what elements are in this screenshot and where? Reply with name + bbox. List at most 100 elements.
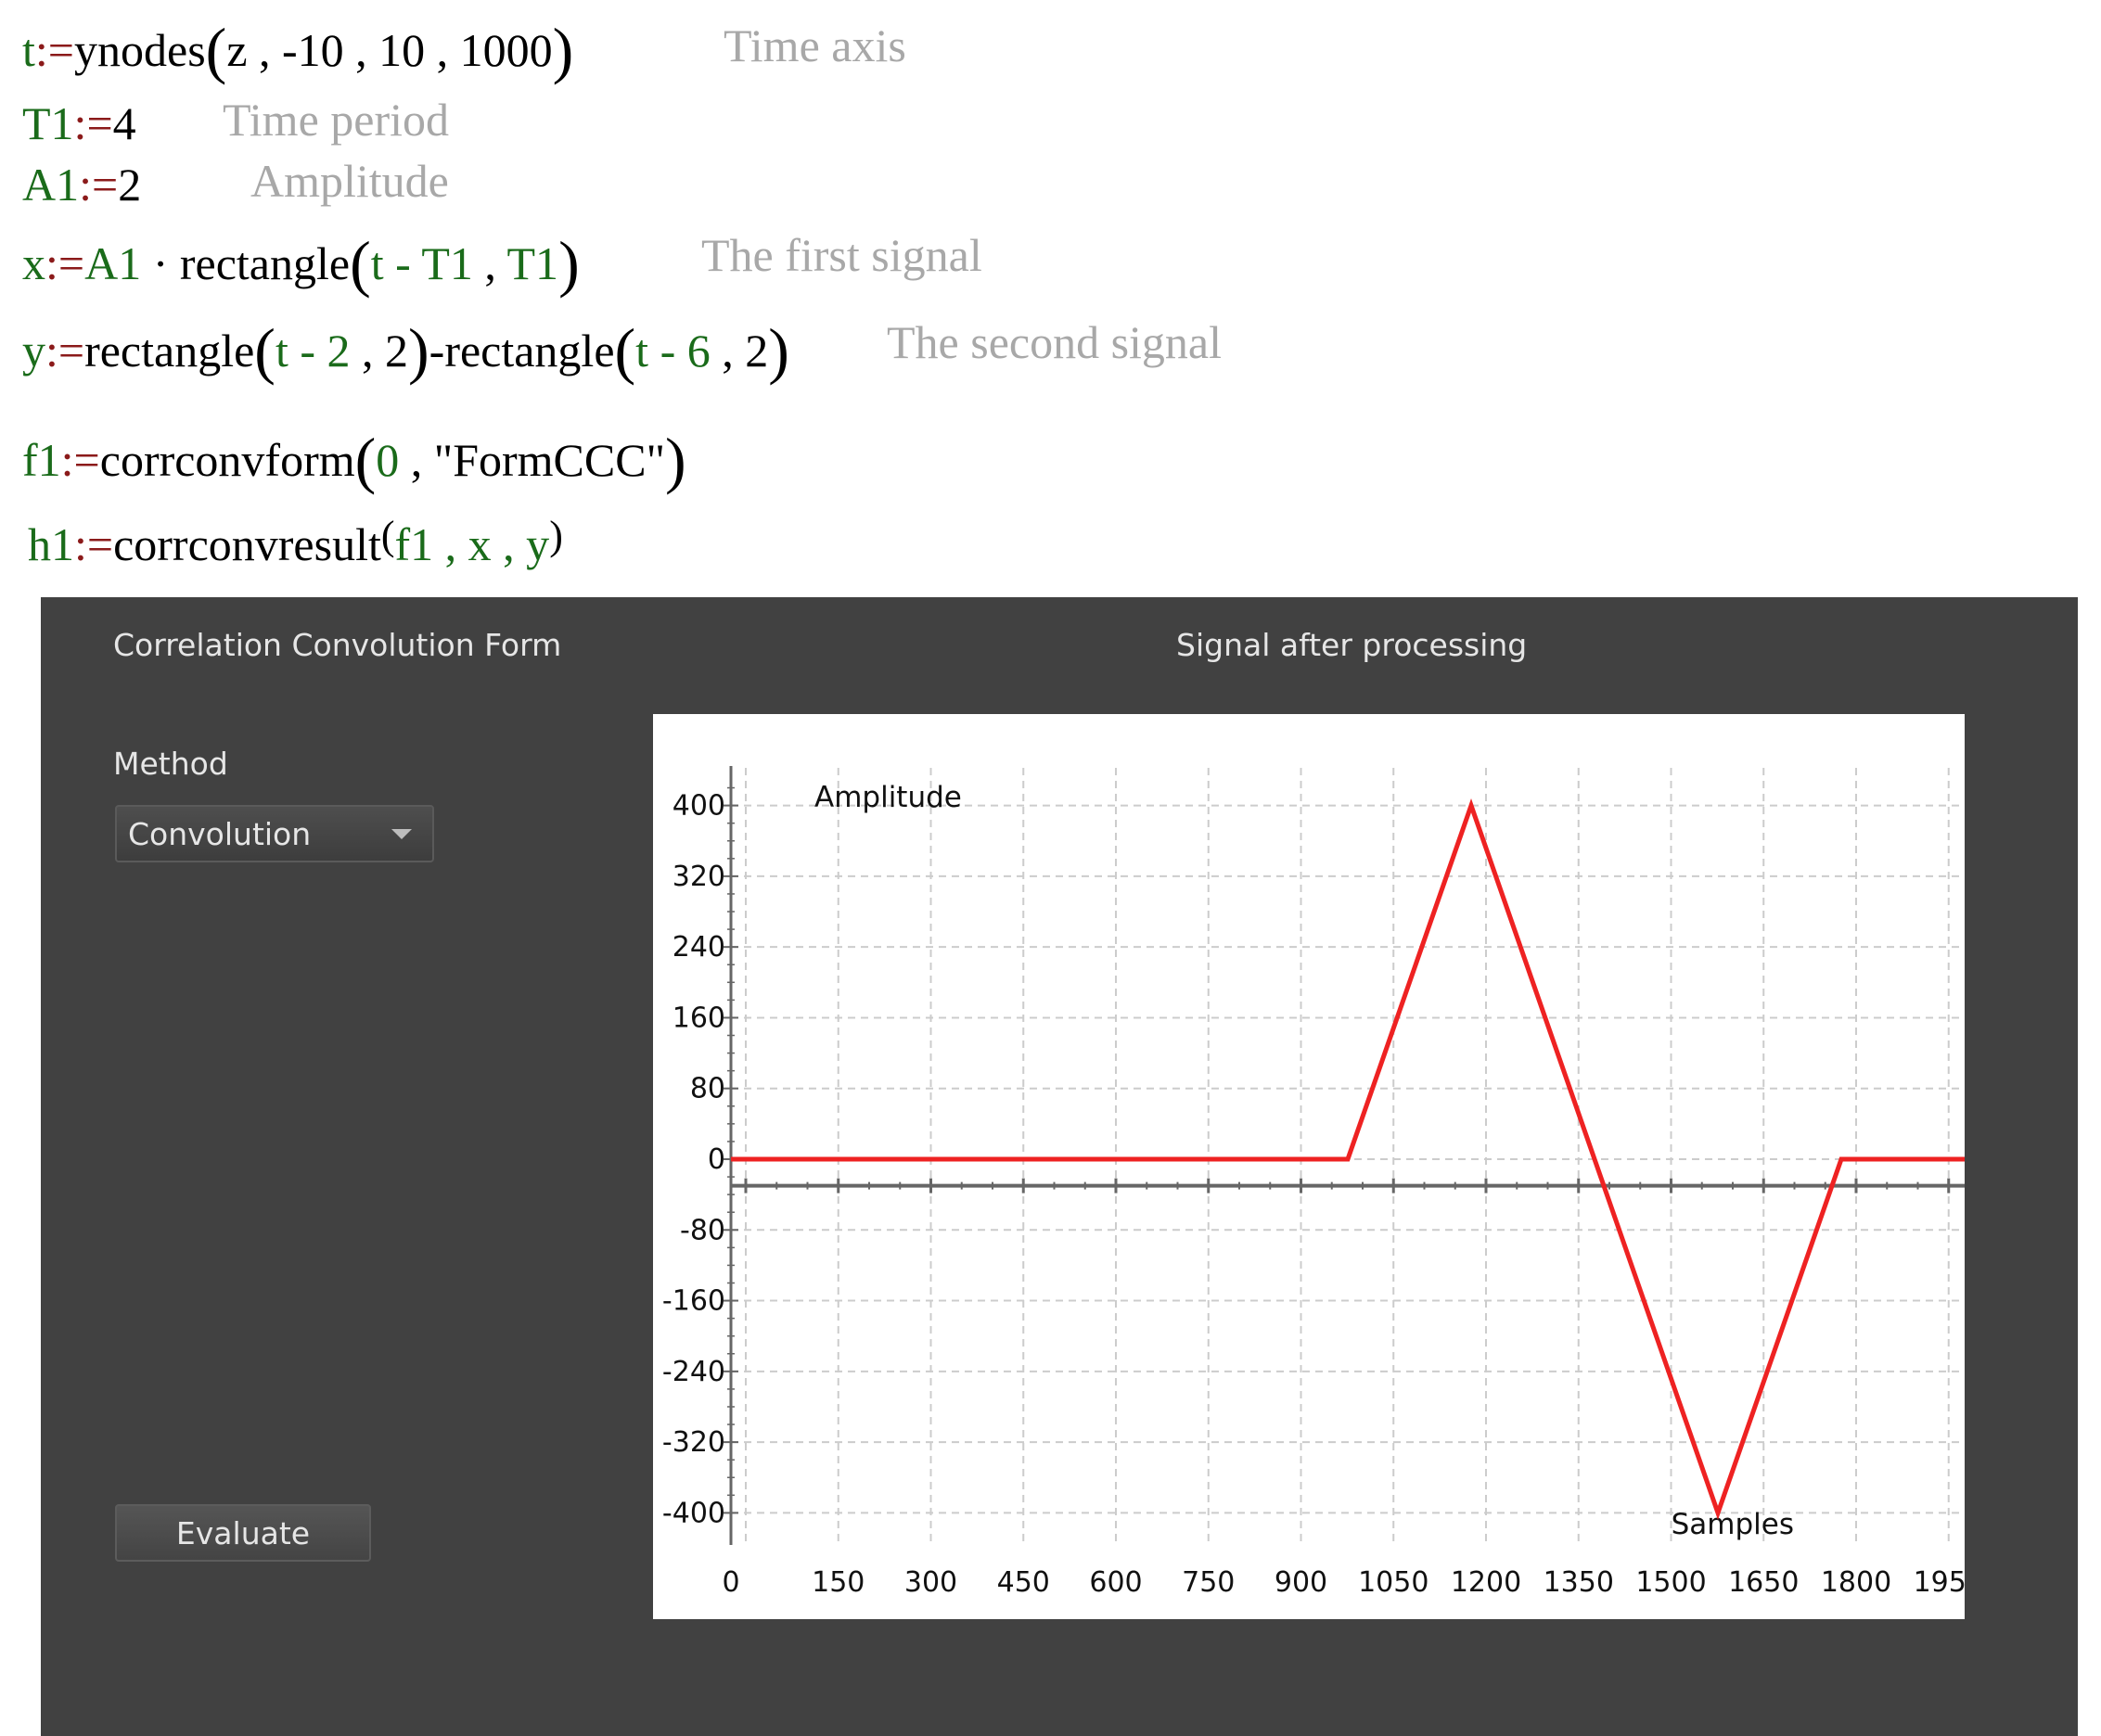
comment-second-signal: The second signal (887, 319, 1222, 365)
paren-close: ) (549, 513, 563, 558)
comment-amplitude: Amplitude (250, 158, 449, 204)
arg-separator: , (399, 434, 434, 486)
y-tick-label-5: 0 (708, 1143, 725, 1176)
var-T1: T1 (22, 97, 74, 149)
assign-op: := (61, 434, 100, 486)
y-tick-label-1: 320 (673, 861, 725, 893)
y-tick-label-4: 80 (690, 1073, 725, 1105)
form-arg-name: "FormCCC" (434, 434, 665, 486)
func-rectangle: rectangle (84, 325, 254, 377)
assign-op: := (45, 325, 84, 377)
rect2-arg-width: 2 (745, 325, 768, 377)
evaluate-button[interactable]: Evaluate (115, 1504, 371, 1562)
paren-close: ) (768, 315, 789, 386)
func-corrconvform: corrconvform (100, 434, 355, 486)
correlation-convolution-panel: Correlation Convolution Form Signal afte… (41, 597, 2078, 1736)
x-tick-label-10: 1500 (1635, 1566, 1706, 1599)
rect-arg-width: T1 (507, 237, 559, 289)
expr-time-axis: t:=ynodes(z , -10 , 10 , 1000) (22, 19, 573, 82)
var-t: t (22, 24, 35, 76)
minus-op: - (429, 325, 445, 377)
method-dropdown[interactable]: Convolution (115, 805, 434, 862)
x-tick-label-11: 1650 (1728, 1566, 1799, 1599)
method-label: Method (113, 746, 228, 782)
y-tick-label-8: -240 (662, 1356, 725, 1388)
var-x: x (22, 237, 45, 289)
y-tick-label-9: -320 (662, 1426, 725, 1459)
arg-separator: , (351, 325, 386, 377)
func-ynodes: ynodes (74, 24, 206, 76)
paren-open: ( (206, 15, 227, 85)
signal-chart: 400 320 240 160 80 0 -80 -160 -240 -320 -400 0 150 30… (653, 714, 1965, 1619)
y-tick-label-7: -160 (662, 1285, 725, 1318)
expr-result: h1:=corrconvresult(f1 , x , y) (28, 516, 563, 568)
paren-close: ) (408, 315, 429, 386)
y-tick-label-2: 240 (673, 931, 725, 964)
x-tick-label-4: 600 (1089, 1566, 1142, 1599)
expr-second-signal: y:=rectangle(t - 2 , 2)-rectangle(t - 6 … (22, 319, 789, 382)
y-tick-label-0: 400 (673, 790, 725, 823)
y-tick-label-3: 160 (673, 1002, 725, 1034)
assign-op: := (74, 518, 113, 570)
assign-op: := (35, 24, 74, 76)
y-tick-label-6: -80 (680, 1214, 725, 1246)
x-tick-label-5: 750 (1182, 1566, 1235, 1599)
x-axis-title: Samples (1672, 1508, 1794, 1541)
paren-open: ( (615, 315, 636, 386)
x-tick-label-1: 150 (812, 1566, 865, 1599)
expr-amplitude: A1:=2 (22, 161, 141, 208)
mult-dot: · (153, 237, 169, 289)
x-tick-label-7: 1050 (1358, 1566, 1428, 1599)
var-y: y (22, 325, 45, 377)
paren-open: ( (350, 228, 371, 299)
chevron-down-icon (391, 829, 412, 839)
paren-close: ) (558, 228, 580, 299)
comment-time-axis: Time axis (724, 22, 906, 69)
method-selected-value: Convolution (128, 816, 311, 852)
var-h1: h1 (28, 518, 74, 570)
assign-op: := (79, 159, 118, 211)
value-A1: 2 (118, 159, 141, 211)
x-tick-label-3: 450 (997, 1566, 1050, 1599)
arg-separator: , (473, 237, 507, 289)
rect2-arg-shift: t - 6 (635, 325, 711, 377)
form-title: Correlation Convolution Form (113, 627, 561, 663)
x-tick-label-6: 900 (1275, 1566, 1327, 1599)
rect1-arg-width: 2 (385, 325, 408, 377)
assign-op: := (45, 237, 84, 289)
expr-time-period: T1:=4 (22, 100, 136, 147)
form-arg-index: 0 (376, 434, 399, 486)
arg-separator: , (711, 325, 746, 377)
value-T1: 4 (113, 97, 136, 149)
x-tick-label-2: 300 (904, 1566, 957, 1599)
paren-open: ( (381, 513, 395, 558)
x-tick-label-9: 1350 (1544, 1566, 1614, 1599)
expr-form-create: f1:=corrconvform(0 , "FormCCC") (22, 428, 686, 491)
func-rectangle: rectangle (180, 237, 350, 289)
var-A1: A1 (22, 159, 79, 211)
expr-first-signal: x:=A1 · rectangle(t - T1 , T1) (22, 232, 580, 295)
paren-close: ) (665, 425, 686, 495)
paren-open: ( (355, 425, 377, 495)
rect1-arg-shift: t - 2 (275, 325, 351, 377)
y-tick-label-10: -400 (662, 1497, 725, 1529)
paren-open: ( (254, 315, 275, 386)
comment-time-period: Time period (223, 96, 449, 143)
x-tick-label-8: 1200 (1451, 1566, 1521, 1599)
var-f1: f1 (22, 434, 61, 486)
ynodes-args: z , -10 , 10 , 1000 (226, 24, 552, 76)
y-axis-title: Amplitude (814, 781, 962, 814)
paren-close: ) (553, 15, 574, 85)
func-corrconvresult: corrconvresult (113, 518, 381, 570)
comment-first-signal: The first signal (701, 232, 982, 278)
signal-plot: 400 320 240 160 80 0 -80 -160 -240 -320 -400 0 150 30… (653, 714, 1965, 1619)
coef-A1: A1 (84, 237, 141, 289)
x-tick-label-13: 1950 (1914, 1566, 1965, 1599)
result-args: f1 , x , y (395, 518, 550, 570)
rect-arg-shift: t - T1 (371, 237, 473, 289)
assign-op: := (74, 97, 113, 149)
plot-title: Signal after processing (1176, 627, 1527, 663)
x-tick-label-0: 0 (722, 1566, 739, 1599)
func-rectangle: rectangle (444, 325, 614, 377)
x-tick-label-12: 1800 (1821, 1566, 1891, 1599)
